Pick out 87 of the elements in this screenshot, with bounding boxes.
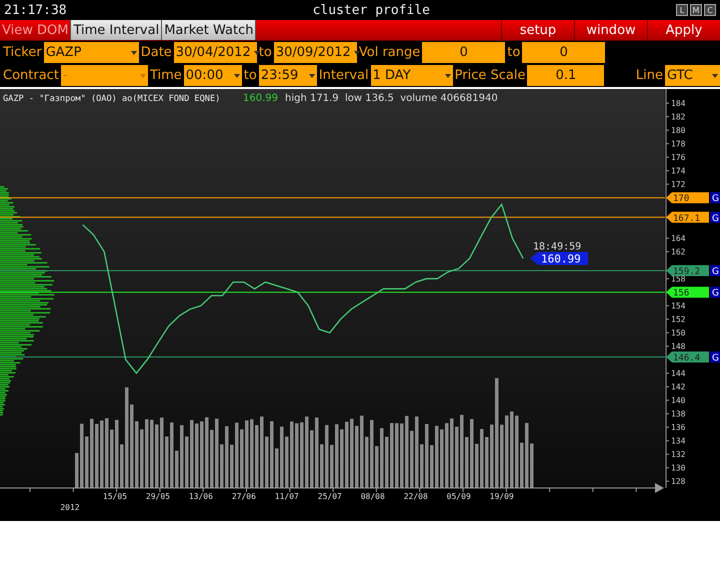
- caret-icon: [308, 74, 315, 78]
- dropdown[interactable]: GTC: [665, 65, 720, 86]
- axis-label: 29/05: [146, 492, 170, 501]
- g-badge[interactable]: G: [710, 265, 720, 278]
- toolbar-button[interactable]: setup: [501, 20, 574, 40]
- axis-label: 132: [671, 450, 686, 460]
- toolbar-button[interactable]: window: [574, 20, 647, 40]
- axis-label: 140: [671, 396, 686, 406]
- axis-label: 15/05: [102, 492, 127, 501]
- dropdown[interactable]: 00:00: [184, 65, 242, 86]
- axis-label: 148: [671, 342, 686, 352]
- axis-label: 144: [671, 369, 686, 378]
- input-field[interactable]: 0: [522, 42, 606, 63]
- price-marker: 146.4: [666, 352, 709, 364]
- tab[interactable]: Time Interval: [71, 20, 162, 40]
- axis-label: 128: [671, 477, 686, 486]
- field-label: to: [258, 45, 273, 60]
- axis-label: 142: [671, 382, 686, 392]
- field-label: Ticker: [2, 45, 43, 60]
- axis-label: 154: [671, 302, 686, 311]
- clock: 21:17:38: [4, 2, 67, 18]
- price-marker: 167.1: [666, 212, 709, 224]
- axis-label: 180: [671, 126, 686, 136]
- dropdown[interactable]: 1 DAY: [370, 65, 453, 86]
- axis-label: 174: [671, 166, 686, 176]
- tab[interactable]: Market Watch: [162, 20, 256, 40]
- g-badge[interactable]: G: [710, 192, 720, 204]
- g-badge[interactable]: G: [710, 212, 720, 224]
- axis-label: 182: [671, 112, 686, 122]
- axis-label: 178: [671, 140, 686, 149]
- input-field[interactable]: 0.1: [527, 65, 604, 86]
- axis-label: 176: [671, 153, 686, 162]
- field-label: Contract: [2, 68, 60, 83]
- window-title: cluster profile: [312, 2, 432, 18]
- g-badge[interactable]: G: [710, 286, 720, 299]
- current-price-marker: 160.99: [530, 252, 588, 266]
- axis-label: 13/06: [188, 492, 213, 501]
- price-marker: 156: [666, 286, 709, 299]
- dropdown[interactable]: 23:59: [258, 65, 317, 86]
- caret-icon: [712, 74, 718, 78]
- axis-label: 136: [671, 423, 686, 432]
- axis-label: 130: [671, 464, 686, 473]
- field-label: Time: [148, 68, 183, 83]
- field-label: Price Scale: [454, 68, 526, 83]
- price-marker: 159.2: [666, 265, 709, 278]
- caret-icon: [254, 50, 260, 54]
- g-badge[interactable]: G: [710, 352, 720, 364]
- window-control[interactable]: C: [704, 4, 716, 16]
- caret-icon: [140, 74, 146, 78]
- axis-label: 22/08: [404, 492, 428, 501]
- axis-label: 138: [671, 410, 686, 419]
- dropdown[interactable]: GAZP: [44, 42, 139, 63]
- axis-label: 11/07: [274, 492, 299, 501]
- toolbar-button[interactable]: Apply: [647, 20, 720, 40]
- caret-icon: [234, 74, 240, 78]
- axis-label: 172: [671, 180, 686, 190]
- axis-label: 08/08: [360, 492, 385, 501]
- axis-label: 05/09: [446, 492, 471, 501]
- field-label: Vol range: [358, 45, 422, 60]
- axis-label: 152: [671, 315, 686, 324]
- dropdown[interactable]: 30/04/2012: [174, 42, 257, 63]
- field-label: Interval: [318, 68, 370, 83]
- price-stats: high 171.9 low 136.5 volume 406681940: [285, 93, 498, 104]
- axis-label: 27/06: [232, 492, 256, 501]
- input-field[interactable]: 0: [422, 42, 506, 63]
- window-control[interactable]: L: [676, 4, 688, 16]
- axis-label: 25/07: [318, 492, 342, 501]
- caret-icon: [444, 74, 451, 78]
- axis-label: 164: [671, 234, 686, 244]
- quote-time: 18:49:59: [533, 242, 582, 253]
- window-control[interactable]: M: [690, 4, 702, 16]
- dropdown[interactable]: 30/09/2012: [274, 42, 357, 63]
- axis-label: 134: [671, 436, 686, 446]
- instrument-name: GAZP - "Газпром" (OAO) ao(MICEX FOND EQNE): [3, 94, 220, 104]
- axis-label: 19/09: [490, 492, 514, 501]
- axis-label: 184: [671, 99, 686, 108]
- field-label: to: [242, 68, 258, 83]
- price-marker: 170: [666, 192, 709, 204]
- field-label: Line: [634, 68, 664, 83]
- caret-icon: [354, 50, 360, 54]
- axis-label: 150: [671, 328, 686, 338]
- caret-icon: [130, 50, 137, 54]
- field-label: Date: [140, 45, 173, 60]
- field-label: to: [506, 45, 522, 60]
- axis-label: 162: [671, 248, 686, 257]
- axis-label: 2012: [60, 503, 80, 512]
- last-price: 160.99: [243, 93, 278, 104]
